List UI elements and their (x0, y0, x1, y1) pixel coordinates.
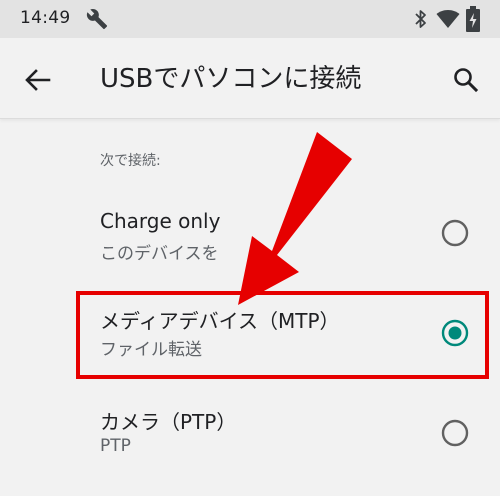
status-time: 14:49 (20, 8, 71, 28)
back-button[interactable] (16, 58, 60, 102)
status-bar: 14:49 (0, 0, 500, 38)
option-subtitle: このデバイスを (100, 244, 219, 264)
option-ptp[interactable]: カメラ（PTP） PTP (0, 392, 500, 480)
page-title: USBでパソコンに接続 (100, 64, 362, 94)
annotation-highlight-box (76, 291, 489, 379)
option-title: カメラ（PTP） (100, 410, 237, 434)
battery-icon (466, 6, 480, 32)
section-header: 次で接続: (100, 153, 161, 169)
option-title: Charge only (100, 209, 221, 233)
search-icon (454, 68, 479, 93)
bluetooth-icon (415, 10, 426, 28)
option-charge-only[interactable]: Charge only このデバイスを (0, 195, 500, 283)
option-subtitle: PTP (100, 436, 131, 456)
radio-unselected-icon[interactable] (440, 218, 470, 248)
radio-unselected-icon[interactable] (440, 418, 470, 448)
search-button[interactable] (444, 58, 488, 102)
wifi-icon (436, 10, 460, 28)
wrench-icon (86, 9, 108, 30)
arrow-back-icon (25, 69, 51, 91)
app-bar: USBでパソコンに接続 (0, 38, 500, 119)
